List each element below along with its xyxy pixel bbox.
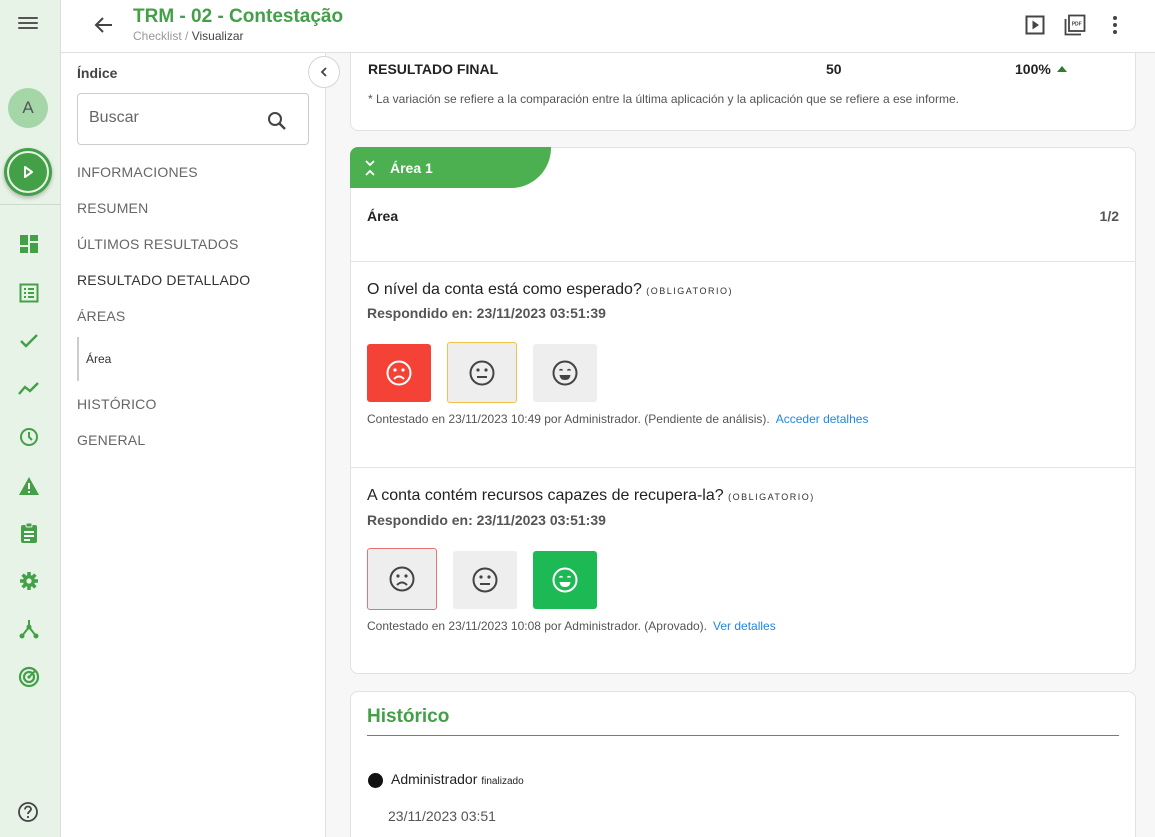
happy-face-icon (552, 360, 578, 386)
timeline-dot-icon (368, 773, 383, 788)
history-date: 23/11/2023 03:51 (388, 808, 496, 824)
result-note: * La variación se refiere a la comparaci… (368, 92, 959, 106)
breadcrumb-separator: / (185, 29, 189, 43)
sad-face-button[interactable] (367, 548, 437, 610)
rail-divider (0, 204, 60, 205)
details-link[interactable]: Ver detalles (713, 619, 776, 633)
happy-face-button[interactable] (533, 551, 597, 609)
dashboard-icon[interactable] (18, 233, 40, 255)
clock-icon[interactable] (18, 426, 40, 448)
trending-icon[interactable] (18, 378, 40, 400)
trend-up-icon (1056, 66, 1067, 72)
area-tab-label: Área 1 (390, 159, 433, 176)
required-tag: (OBLIGATORIO) (728, 492, 815, 502)
question-label: O nível da conta está como esperado? (367, 281, 642, 298)
warning-icon[interactable] (18, 475, 40, 497)
neutral-face-icon (472, 567, 498, 593)
neutral-face-button[interactable] (453, 551, 517, 609)
history-divider (367, 735, 1119, 736)
page-title: TRM - 02 - Contestação (133, 6, 344, 27)
responded-at: Respondido en: 23/11/2023 03:51:39 (367, 512, 606, 528)
neutral-face-button[interactable] (447, 342, 517, 403)
list-icon[interactable] (18, 282, 40, 304)
index-title: Índice (77, 65, 118, 81)
details-link[interactable]: Acceder detalhes (776, 412, 869, 426)
history-card: Histórico Administrador finalizado 23/11/… (350, 691, 1136, 837)
chevron-left-icon (320, 67, 327, 77)
more-vert-icon[interactable] (1104, 14, 1126, 36)
index-item-informaciones[interactable]: INFORMACIONES (77, 164, 198, 180)
avatar[interactable]: A (8, 88, 48, 128)
index-item-general[interactable]: GENERAL (77, 432, 145, 448)
breadcrumb-current: Visualizar (191, 29, 244, 43)
index-item-ultimos-resultados[interactable]: ÚLTIMOS RESULTADOS (77, 236, 239, 252)
index-item-resultado-detallado[interactable]: RESULTADO DETALLADO (77, 272, 250, 288)
index-item-historico[interactable]: HISTÓRICO (77, 396, 157, 412)
area-card: Área 1 Área 1/2 O nível da conta está co… (350, 147, 1136, 674)
radar-icon[interactable] (18, 666, 40, 688)
area-page: 1/2 (1099, 208, 1119, 224)
index-panel: Índice INFORMACIONES RESUMEN ÚLTIMOS RES… (61, 53, 326, 837)
answer-text: Contestado en 23/11/2023 10:08 por Admin… (367, 619, 708, 633)
sad-face-icon (389, 566, 415, 592)
nav-rail: A (0, 0, 61, 837)
history-entry: Administrador finalizado (391, 771, 524, 787)
gear-icon[interactable] (18, 570, 40, 592)
network-icon[interactable] (18, 618, 40, 640)
required-tag: (OBLIGATORIO) (646, 286, 733, 296)
result-value: 50 (826, 61, 842, 77)
index-item-areas[interactable]: ÁREAS (77, 308, 125, 324)
happy-face-button[interactable] (533, 344, 597, 402)
search-input[interactable] (89, 109, 249, 127)
collapse-chevrons-icon (365, 159, 375, 176)
main-content: RESULTADO FINAL 50 100% * La variación s… (326, 53, 1155, 837)
breadcrumb-parent[interactable]: Checklist (133, 29, 182, 43)
search-box (77, 93, 309, 145)
question-text: O nível da conta está como esperado? (OB… (367, 281, 733, 299)
index-item-resumen[interactable]: RESUMEN (77, 200, 148, 216)
result-percent: 100% (1015, 61, 1067, 77)
area-tab[interactable]: Área 1 (350, 147, 551, 188)
play-button[interactable] (4, 148, 52, 196)
menu-icon[interactable] (18, 14, 38, 34)
check-icon[interactable] (18, 330, 40, 352)
help-icon[interactable] (17, 801, 39, 823)
question-text: A conta contém recursos capazes de recup… (367, 487, 815, 505)
history-status: finalizado (481, 776, 524, 787)
divider (351, 467, 1135, 468)
play-icon (24, 166, 33, 178)
answer-text: Contestado en 23/11/2023 10:49 por Admin… (367, 412, 770, 426)
breadcrumb: Checklist / Visualizar (133, 29, 244, 43)
result-card: RESULTADO FINAL 50 100% * La variación s… (350, 53, 1136, 131)
svg-text:PDF: PDF (1072, 22, 1082, 28)
answer-info: Contestado en 23/11/2023 10:49 por Admin… (367, 412, 868, 426)
top-bar: TRM - 02 - Contestação Checklist / Visua… (61, 0, 1155, 53)
answer-info: Contestado en 23/11/2023 10:08 por Admin… (367, 619, 776, 633)
divider (351, 261, 1135, 262)
sad-face-icon (386, 360, 412, 386)
area-name: Área (367, 208, 399, 224)
neutral-face-icon (469, 360, 495, 385)
play-box-icon[interactable] (1024, 14, 1046, 36)
collapse-panel-button[interactable] (308, 56, 340, 88)
happy-face-icon (552, 567, 578, 593)
pdf-icon[interactable]: PDF (1064, 14, 1086, 36)
result-label: RESULTADO FINAL (368, 61, 499, 77)
index-subitem-area[interactable]: Área (77, 337, 111, 381)
back-arrow-icon[interactable] (93, 14, 115, 36)
history-user: Administrador (391, 771, 478, 787)
responded-at: Respondido en: 23/11/2023 03:51:39 (367, 305, 606, 321)
history-title: Histórico (367, 706, 450, 727)
clipboard-icon[interactable] (18, 522, 40, 544)
question-label: A conta contém recursos capazes de recup… (367, 487, 724, 504)
result-percent-value: 100% (1015, 61, 1051, 77)
search-icon[interactable] (266, 110, 288, 132)
sad-face-button[interactable] (367, 344, 431, 402)
